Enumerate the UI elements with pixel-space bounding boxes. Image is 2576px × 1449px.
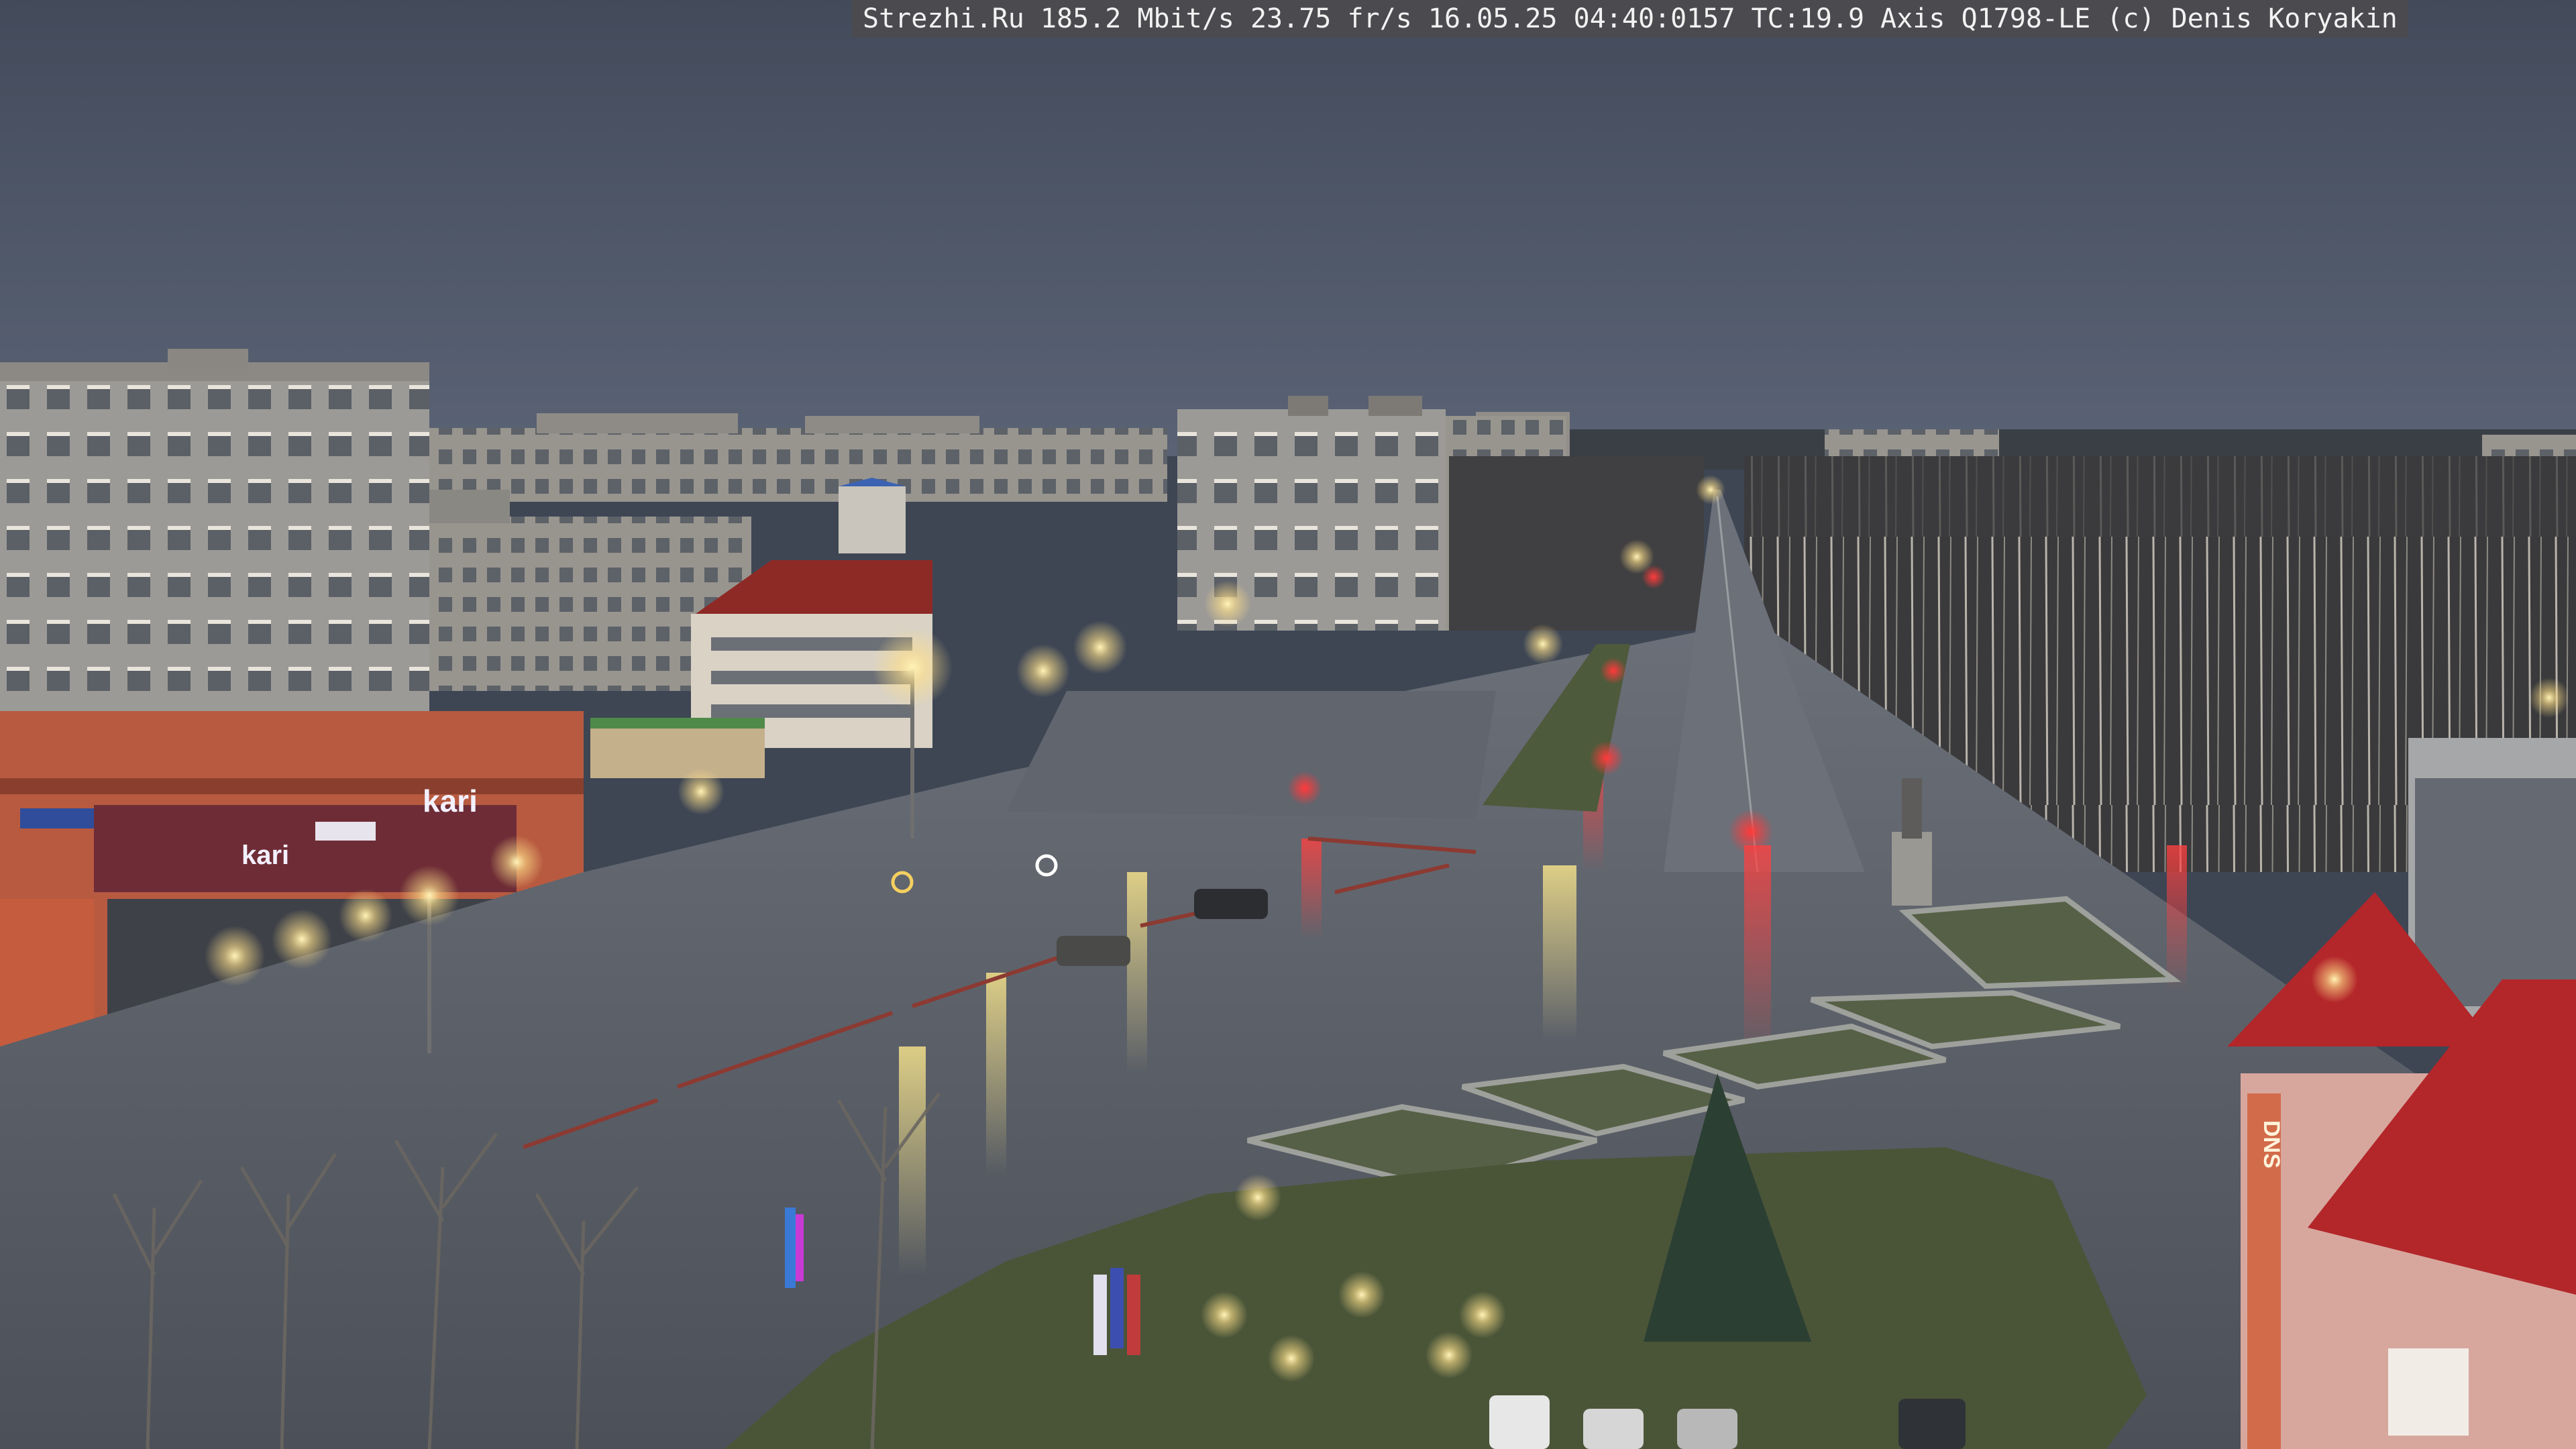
parking-lot: [1006, 691, 1496, 818]
city-street-scene: kari kari DNS: [0, 0, 2576, 1449]
flags: [1093, 1268, 1140, 1355]
camera-frame: kari kari DNS: [0, 0, 2576, 1449]
store-sign-dns: DNS: [2259, 1120, 2284, 1169]
kiosk-building: [590, 718, 765, 778]
camera-overlay-caption: Strezhi.Ru 185.2 Mbit/s 23.75 fr/s 16.05…: [852, 0, 2408, 38]
trees-center: [1449, 456, 1704, 631]
store-sign-kari-small: kari: [241, 841, 289, 870]
store-sign-white: [315, 822, 376, 841]
store-sign-kari: kari: [423, 784, 478, 818]
store-sign-blue: [20, 808, 94, 828]
